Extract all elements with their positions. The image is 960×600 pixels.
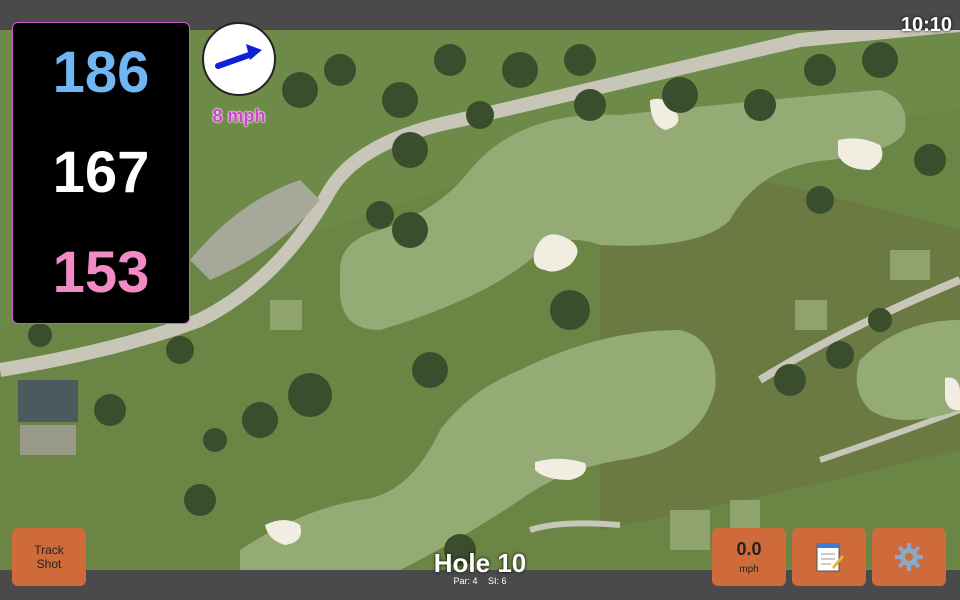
settings-button[interactable] <box>872 528 946 586</box>
hole-par: Par: 4 <box>453 576 478 586</box>
wind-speed-value: 0.0 <box>736 539 762 559</box>
distance-panel: 186 167 153 <box>12 22 190 324</box>
wind-speed-button[interactable]: 0.0 mph <box>712 528 786 586</box>
track-shot-button[interactable]: Track Shot <box>12 528 86 586</box>
wind-speed-unit: mph <box>739 564 759 575</box>
notepad-icon <box>816 543 844 572</box>
wind-speed-label: 8 mph <box>212 106 266 126</box>
gear-icon <box>895 543 923 571</box>
hole-title: Hole 10 <box>433 548 527 578</box>
hole-si: SI: 6 <box>488 576 507 586</box>
back-distance: 186 <box>52 40 150 105</box>
front-distance: 153 <box>52 240 150 305</box>
notes-button[interactable] <box>792 528 866 586</box>
track-shot-label-line1: Track <box>34 542 64 557</box>
middle-distance: 167 <box>52 140 150 205</box>
wind-compass <box>202 22 276 96</box>
arrow-right-icon <box>215 44 262 69</box>
clock-time: 10:10 <box>900 14 952 36</box>
track-shot-label-line2: Shot <box>36 557 62 571</box>
hole-info: Par: 4 SI: 6 <box>400 576 560 586</box>
